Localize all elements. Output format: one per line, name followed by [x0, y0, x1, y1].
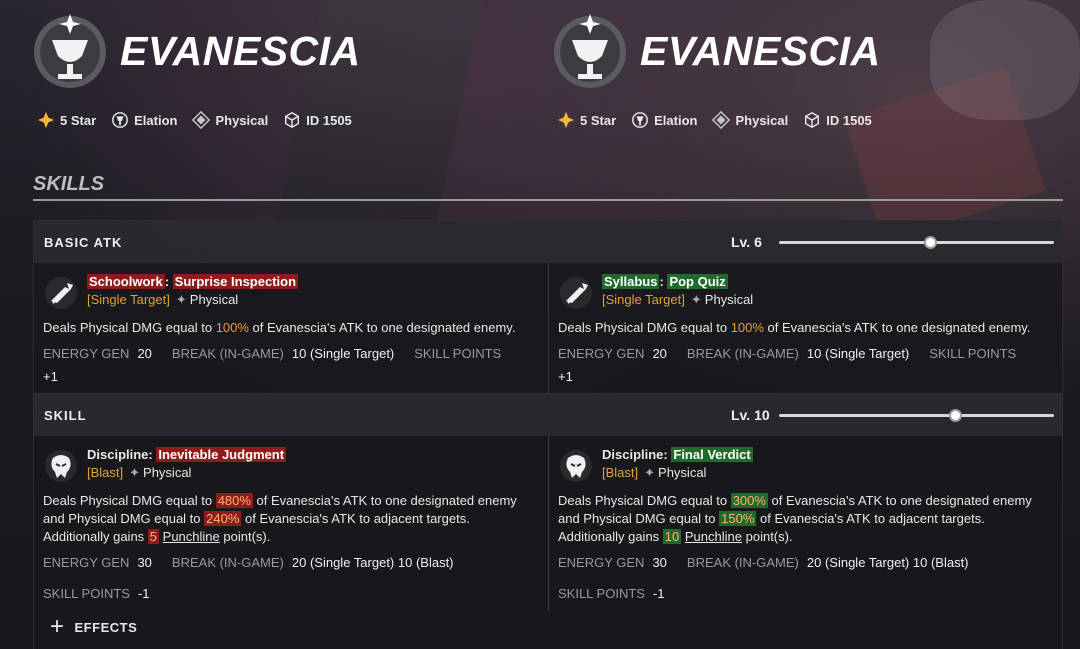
skill-name: Discipline: Inevitable Judgment	[87, 447, 287, 462]
elation-path-emblem-icon	[554, 14, 626, 88]
skill-left: Discipline: Inevitable Judgment [Blast] ✦…	[34, 436, 548, 611]
skill-panel: SKILL Lv. 10 Discipline: Inevitable Judg…	[33, 393, 1063, 649]
character-meta: 5 Star Elation Physical ID 1505	[556, 110, 880, 130]
basic-atk-icon	[45, 277, 77, 309]
basic-atk-level-slider[interactable]	[779, 236, 1054, 249]
skill-description: Deals Physical DMG equal to 100% of Evan…	[43, 320, 516, 335]
elation-icon	[110, 110, 130, 130]
rarity-tag: 5 Star	[36, 110, 96, 130]
basic-atk-left: Schoolwork: Surprise Inspection [Single …	[34, 263, 548, 394]
star-icon	[556, 110, 576, 130]
element-label: ✦ Physical	[690, 292, 754, 307]
element-tag: Physical	[711, 110, 788, 130]
physical-element-icon: ✦	[129, 465, 141, 480]
skill-stats: ENERGY GEN 30 BREAK (IN-GAME) 20 (Single T…	[558, 555, 969, 601]
basic-atk-header: BASIC ATK Lv. 6	[34, 221, 1062, 263]
background-cloud	[930, 0, 1080, 120]
skill-description: Deals Physical DMG equal to 100% of Evan…	[558, 320, 1031, 335]
skill-right: Discipline: Final Verdict [Blast] ✦ Physic…	[548, 436, 1062, 611]
id-tag: ID 1505	[282, 110, 352, 130]
basic-atk-title: BASIC ATK	[44, 234, 123, 250]
slider-knob[interactable]	[924, 236, 938, 249]
skills-divider	[33, 199, 1063, 201]
id-tag: ID 1505	[802, 110, 872, 130]
effects-toggle[interactable]: + EFFECTS	[34, 611, 1062, 649]
physical-element-icon	[191, 110, 211, 130]
rarity-tag: 5 Star	[556, 110, 616, 130]
effects-label: EFFECTS	[74, 619, 138, 635]
star-icon	[36, 110, 56, 130]
skill-description: Deals Physical DMG equal to 480% of Evan…	[43, 493, 517, 544]
skill-stats: ENERGY GEN 20 BREAK (IN-GAME) 10 (Single T…	[558, 346, 1017, 384]
skill-level-slider[interactable]	[779, 409, 1054, 422]
skill-icon	[45, 450, 77, 482]
character-name: EVANESCIA	[640, 28, 881, 74]
path-tag: Elation	[630, 110, 697, 130]
skill-name: Discipline: Final Verdict	[602, 447, 753, 462]
physical-element-icon: ✦	[175, 292, 187, 307]
skill-header: SKILL Lv. 10	[34, 394, 1062, 436]
element-label: ✦ Physical	[644, 465, 707, 480]
skill-name: Schoolwork: Surprise Inspection	[87, 274, 299, 289]
basic-atk-icon	[560, 277, 592, 309]
skill-stats: ENERGY GEN 30 BREAK (IN-GAME) 20 (Single T…	[43, 555, 454, 601]
slider-knob[interactable]	[949, 409, 962, 422]
skill-name: Syllabus: Pop Quiz	[602, 274, 728, 289]
skills-heading: SKILLS	[33, 173, 105, 195]
basic-atk-right: Syllabus: Pop Quiz [Single Target] ✦ Physi…	[548, 263, 1062, 394]
basic-atk-level: Lv. 6	[731, 234, 762, 250]
cube-icon	[802, 110, 822, 130]
skill-icon	[560, 450, 592, 482]
character-meta: 5 Star Elation Physical ID 1505	[36, 110, 360, 130]
physical-element-icon	[711, 110, 731, 130]
skill-level: Lv. 10	[731, 407, 770, 423]
element-label: ✦ Physical	[129, 465, 192, 480]
skill-stats: ENERGY GEN 20 BREAK (IN-GAME) 10 (Single T…	[43, 346, 502, 384]
skill-title: SKILL	[44, 407, 87, 423]
skill-description: Deals Physical DMG equal to 300% of Evan…	[558, 493, 1032, 544]
target-type: [Blast]	[602, 465, 639, 480]
basic-atk-panel: BASIC ATK Lv. 6 Schoolwork: Surprise Ins…	[33, 220, 1063, 395]
cube-icon	[282, 110, 302, 130]
target-type: [Blast]	[87, 465, 124, 480]
path-tag: Elation	[110, 110, 177, 130]
element-label: ✦ Physical	[175, 292, 239, 307]
physical-element-icon: ✦	[644, 465, 656, 480]
punchline-link[interactable]: Punchline	[685, 529, 742, 544]
target-type: [Single Target]	[602, 292, 685, 307]
target-type: [Single Target]	[87, 292, 170, 307]
elation-path-emblem-icon	[34, 14, 106, 88]
elation-icon	[630, 110, 650, 130]
character-name: EVANESCIA	[120, 28, 361, 74]
plus-icon: +	[50, 613, 65, 640]
element-tag: Physical	[191, 110, 268, 130]
physical-element-icon: ✦	[690, 292, 702, 307]
punchline-link[interactable]: Punchline	[163, 529, 220, 544]
